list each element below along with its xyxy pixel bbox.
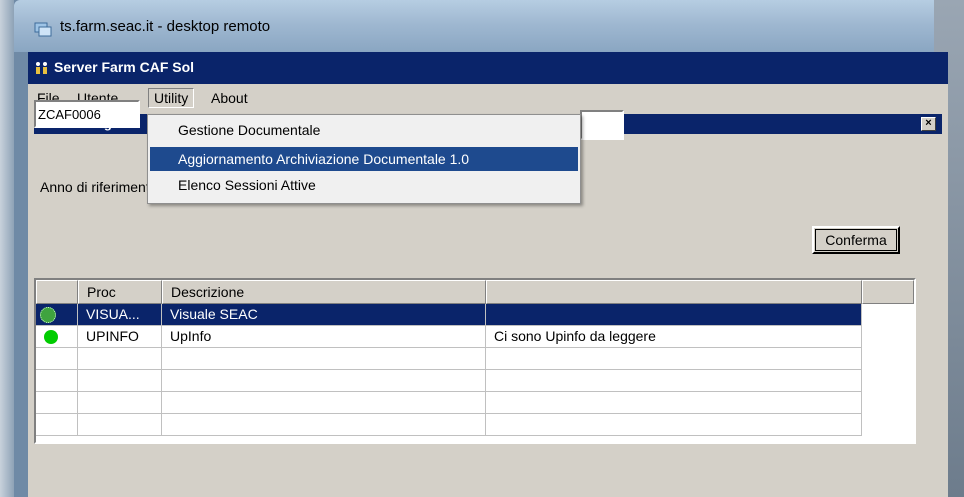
menu-item-elenco-sessioni[interactable]: Elenco Sessioni Attive [150,173,578,197]
empty-cell [36,392,78,414]
menu-utility[interactable]: Utility [148,88,195,108]
desktop-background-left [0,0,14,497]
app-title: Server Farm CAF Sol [54,59,195,75]
grid-header-extra [862,280,914,304]
menu-item-aggiornamento-archiviazione[interactable]: Aggiornamento Archiviazione Documentale … [150,147,578,171]
menu-item-gestione-documentale[interactable]: Gestione Documentale [150,118,578,142]
empty-cell [36,414,78,436]
grid-header-proc[interactable]: Proc [78,280,162,304]
empty-cell [486,414,862,436]
status-dot-icon [44,330,58,344]
empty-cell [486,392,862,414]
app-titlebar[interactable]: Server Farm CAF Sol [28,52,948,84]
grid-cell-proc[interactable]: VISUA... [78,304,162,326]
table-row[interactable] [36,304,78,326]
empty-cell [162,370,486,392]
empty-cell [162,348,486,370]
code-field[interactable]: ZCAF0006 [34,100,140,128]
empty-cell [36,348,78,370]
empty-cell [36,370,78,392]
status-dot-icon [40,307,56,323]
table-row[interactable] [36,326,78,348]
empty-cell [78,414,162,436]
empty-cell [78,348,162,370]
grid-cell-note[interactable] [486,304,862,326]
second-input-field[interactable] [580,110,624,140]
process-grid: Proc Descrizione VISUA... Visuale SEAC U… [34,278,916,444]
year-label: Anno di riferimento [40,179,158,195]
menubar: File Utente Utility About [28,84,948,112]
utility-dropdown-menu: Gestione Documentale Aggiornamento Archi… [147,114,581,204]
remote-desktop-icon [34,22,52,37]
people-icon [36,62,47,74]
grid-header-descrizione[interactable]: Descrizione [162,280,486,304]
confirm-button[interactable]: Conferma [812,226,900,254]
menu-about[interactable]: About [206,89,253,107]
remote-desktop-title: ts.farm.seac.it - desktop remoto [60,18,271,35]
remote-desktop-titlebar[interactable]: ts.farm.seac.it - desktop remoto [14,0,934,52]
empty-cell [486,348,862,370]
grid-cell-desc[interactable]: UpInfo [162,326,486,348]
empty-cell [486,370,862,392]
grid-cell-desc[interactable]: Visuale SEAC [162,304,486,326]
grid-cell-note[interactable]: Ci sono Upinfo da leggere [486,326,862,348]
empty-cell [78,370,162,392]
close-button[interactable]: × [921,117,936,131]
empty-cell [162,414,486,436]
grid-cell-proc[interactable]: UPINFO [78,326,162,348]
empty-cell [162,392,486,414]
grid-header-note[interactable] [486,280,862,304]
empty-cell [78,392,162,414]
grid-header-status [36,280,78,304]
